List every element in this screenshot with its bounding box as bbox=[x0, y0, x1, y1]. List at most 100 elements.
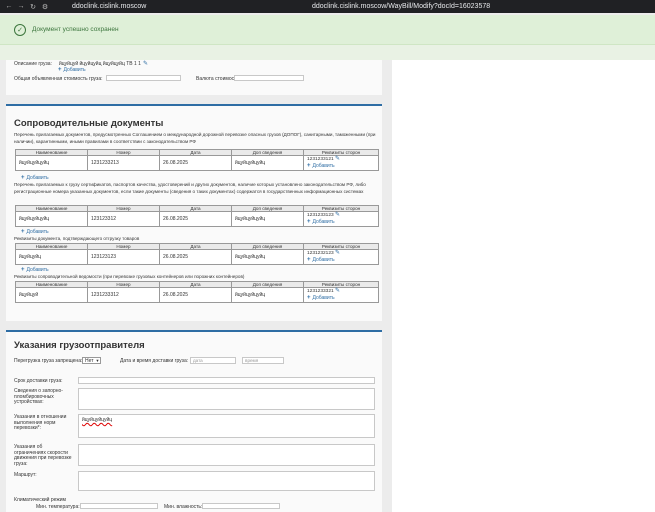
plus-icon: + bbox=[21, 229, 25, 235]
delivery-time-input[interactable]: время bbox=[242, 357, 284, 364]
reload-icon[interactable]: ↻ bbox=[29, 3, 37, 11]
doc-section-2-add[interactable]: + Добавить bbox=[21, 229, 49, 235]
doc-section-4-desc: Реквизиты сопроводительной ведомости (пр… bbox=[14, 274, 245, 279]
cell-name: йцуйцуйц bbox=[15, 249, 88, 265]
shipper-panel: Указания грузоотправителя Перегрузка гру… bbox=[6, 330, 382, 512]
cell-extra: йцуйцуйцуйц bbox=[231, 211, 304, 227]
forward-arrow-icon[interactable]: → bbox=[17, 3, 25, 11]
requisites-add-link[interactable]: + Добавить bbox=[307, 219, 335, 225]
browser-url[interactable]: ddoclink.cislink.moscow/WayBill/Modify?d… bbox=[312, 3, 655, 10]
delivery-date-input[interactable]: дата bbox=[190, 357, 236, 364]
doc-table-3: Наименование Номер Дата Доп сведения Рек… bbox=[15, 243, 379, 265]
requisites-value: 1231233123 bbox=[307, 213, 334, 218]
requisites-value: 1231232123 bbox=[307, 251, 334, 256]
success-alert-text: Документ успешно сохранен bbox=[32, 26, 119, 33]
mass-label: Указания в отношении выполнения норм пер… bbox=[14, 414, 67, 431]
speed-textarea[interactable] bbox=[78, 444, 375, 466]
cell-name: йцуйцуйцуйц bbox=[15, 211, 88, 227]
cell-date: 26.08.2025 bbox=[159, 287, 232, 303]
table-row[interactable]: йцуйцуй 1231233312 26.08.2025 йцуйцуйцуй… bbox=[15, 287, 379, 303]
edit-pencil-icon[interactable]: ✎ bbox=[143, 60, 148, 67]
climate-label: Климатический режим bbox=[14, 497, 66, 503]
edit-pencil-icon[interactable]: ✎ bbox=[335, 288, 340, 294]
site-info-icon[interactable]: ⚙ bbox=[41, 3, 49, 11]
documents-title: Сопроводительные документы bbox=[14, 118, 164, 129]
cell-number: 123123312 bbox=[87, 211, 160, 227]
cell-requisites: 1231232123 ✎ + Добавить bbox=[303, 249, 379, 265]
cell-requisites: 1231233321 ✎ + Добавить bbox=[303, 287, 379, 303]
doc-section-1-add[interactable]: + Добавить bbox=[21, 175, 49, 181]
reload-label: Перегрузка груза запрещена: bbox=[14, 358, 83, 364]
doc-section-1-desc: Перечень прилагаемых документов, предусм… bbox=[14, 132, 376, 144]
cell-extra: йцуйцуйцуйц bbox=[231, 287, 304, 303]
cell-name: йцуйцуйцуйц bbox=[15, 155, 88, 171]
success-alert: ✓ Документ успешно сохранен bbox=[0, 15, 655, 45]
cargo-value-input[interactable] bbox=[106, 75, 181, 81]
locking-label: Сведения о запорно-пломбировочных устрой… bbox=[14, 388, 63, 405]
route-label: Маршрут: bbox=[14, 472, 37, 478]
cell-number: 123123123 bbox=[87, 249, 160, 265]
cell-name: йцуйцуй bbox=[15, 287, 88, 303]
reload-select[interactable]: Нет ▼ bbox=[82, 357, 101, 364]
cell-number: 1231233213 bbox=[87, 155, 160, 171]
cargo-panel: Описание груза: йцуйцуй йцуйцуйц йцуйцуй… bbox=[6, 60, 382, 95]
plus-icon: + bbox=[58, 67, 62, 73]
cell-date: 26.08.2025 bbox=[159, 211, 232, 227]
cell-requisites: 1231233121 ✎ + Добавить bbox=[303, 155, 379, 171]
alert-backdrop bbox=[0, 45, 655, 60]
page-right-area bbox=[392, 60, 655, 512]
speed-label: Указания об ограничениях скорости движен… bbox=[14, 444, 72, 467]
cargo-value-label: Общая объявленная стоимость груза: bbox=[14, 76, 103, 82]
shipper-title: Указания грузоотправителя bbox=[14, 340, 145, 351]
doc-section-3-add[interactable]: + Добавить bbox=[21, 267, 49, 273]
plus-icon: + bbox=[307, 295, 311, 301]
table-row[interactable]: йцуйцуйцуйц 1231233213 26.08.2025 йцуйцу… bbox=[15, 155, 379, 171]
doc-table-1: Наименование Номер Дата Доп сведения Рек… bbox=[15, 149, 379, 171]
doc-table-4: Наименование Номер Дата Доп сведения Рек… bbox=[15, 281, 379, 303]
browser-address-bar: ← → ↻ ⚙ ddoclink.cislink.moscow ddoclink… bbox=[0, 0, 655, 13]
plus-icon: + bbox=[21, 175, 25, 181]
requisites-add-link[interactable]: + Добавить bbox=[307, 257, 335, 263]
back-arrow-icon[interactable]: ← bbox=[5, 3, 13, 11]
locking-textarea[interactable] bbox=[78, 388, 375, 410]
min-temp-label: Мин. температура: bbox=[36, 504, 80, 510]
requisites-add-link[interactable]: + Добавить bbox=[307, 163, 335, 169]
mass-textarea[interactable]: йцуйцуйцуйц bbox=[78, 414, 375, 438]
plus-icon: + bbox=[21, 267, 25, 273]
plus-icon: + bbox=[307, 163, 311, 169]
cell-date: 26.08.2025 bbox=[159, 155, 232, 171]
table-row[interactable]: йцуйцуйц 123123123 26.08.2025 йцуйцуйцуй… bbox=[15, 249, 379, 265]
route-textarea[interactable] bbox=[78, 471, 375, 491]
requisites-value: 1231233321 bbox=[307, 289, 334, 294]
delivery-label: Дата и время доставки груза: bbox=[120, 358, 189, 364]
mass-value: йцуйцуйцуйц bbox=[82, 417, 113, 423]
requisites-value: 1231233121 bbox=[307, 157, 334, 162]
doc-section-2-desc: Перечень прилагаемых к грузу сертификато… bbox=[14, 182, 366, 194]
doc-section-3-desc: Реквизиты документа, подтверждающего отг… bbox=[14, 236, 140, 241]
min-humidity-input[interactable] bbox=[202, 503, 280, 509]
min-temp-input[interactable] bbox=[80, 503, 158, 509]
cell-number: 1231233312 bbox=[87, 287, 160, 303]
edit-pencil-icon[interactable]: ✎ bbox=[335, 250, 340, 256]
browser-host[interactable]: ddoclink.cislink.moscow bbox=[72, 3, 312, 10]
browser-nav: ← → ↻ ⚙ bbox=[0, 3, 72, 11]
chevron-down-icon: ▼ bbox=[95, 358, 100, 363]
cell-requisites: 1231233123 ✎ + Добавить bbox=[303, 211, 379, 227]
check-circle-icon: ✓ bbox=[14, 23, 26, 36]
cargo-add-link[interactable]: + Добавить bbox=[58, 67, 86, 73]
edit-pencil-icon[interactable]: ✎ bbox=[335, 212, 340, 218]
min-humidity-label: Мин. влажность: bbox=[164, 504, 203, 510]
term-label: Срок доставки груза: bbox=[14, 378, 63, 384]
doc-table-2: Наименование Номер Дата Доп сведения Рек… bbox=[15, 205, 379, 227]
cell-extra: йцуйцуйцуйц bbox=[231, 155, 304, 171]
edit-pencil-icon[interactable]: ✎ bbox=[335, 156, 340, 162]
documents-panel: Сопроводительные документы Перечень прил… bbox=[6, 104, 382, 321]
requisites-add-link[interactable]: + Добавить bbox=[307, 295, 335, 301]
currency-input[interactable] bbox=[234, 75, 304, 81]
plus-icon: + bbox=[307, 219, 311, 225]
term-input[interactable] bbox=[78, 377, 375, 384]
table-row[interactable]: йцуйцуйцуйц 123123312 26.08.2025 йцуйцуй… bbox=[15, 211, 379, 227]
cargo-desc-label: Описание груза: bbox=[14, 61, 52, 67]
cell-extra: йцуйцуйцуйц bbox=[231, 249, 304, 265]
cell-date: 26.08.2025 bbox=[159, 249, 232, 265]
